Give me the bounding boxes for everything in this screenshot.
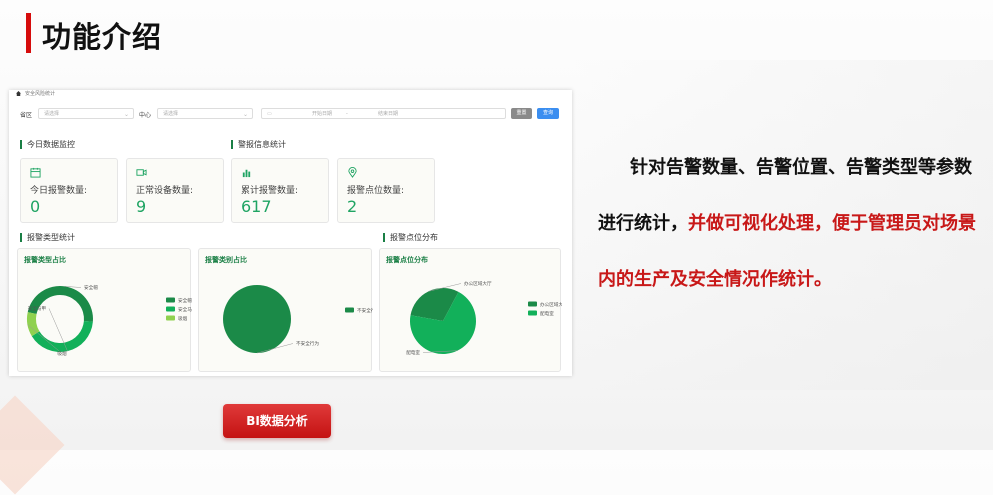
title-accent-bar — [26, 13, 31, 53]
filter-row: 省区 请选择 ⌄ 中心 请选择 ⌄ ▭ 开始日期 - 结束日期 重置 查询 — [9, 108, 572, 122]
calendar-icon — [30, 167, 41, 178]
legend-label: 办公区域大厅 — [540, 301, 562, 308]
calendar-icon: ▭ — [267, 111, 272, 117]
legend-label: 安全帽 — [178, 297, 192, 304]
province-select[interactable]: 请选择 ⌄ — [38, 108, 134, 119]
center-select[interactable]: 请选择 ⌄ — [157, 108, 253, 119]
legend-swatch[interactable] — [528, 310, 537, 316]
card-value: 2 — [347, 197, 358, 216]
legend-label: 不安全行为 — [357, 307, 373, 314]
legend-swatch[interactable] — [166, 315, 175, 321]
pie-slice-1[interactable] — [223, 285, 291, 353]
chevron-down-icon: ⌄ — [242, 111, 248, 118]
home-icon[interactable] — [16, 91, 21, 96]
start-date-input[interactable]: 开始日期 — [312, 109, 332, 120]
card-label: 累计报警数量: — [241, 186, 299, 196]
description-text: 针对告警数量、告警位置、告警类型等参数进行统计，并做可视化处理，便于管理员对场景… — [598, 140, 978, 308]
legend-swatch[interactable] — [166, 297, 175, 303]
section-alarm-point-dist: 报警点位分布 — [383, 233, 438, 242]
pie-slice-3[interactable] — [27, 312, 40, 337]
chart-svg: 办公区域大厅配电室办公区域大厅配电室 — [406, 280, 562, 356]
card-value: 617 — [241, 197, 272, 216]
legend-label: 安全马甲 — [178, 306, 192, 313]
slice-label: 不安全行为 — [296, 340, 319, 347]
location-pin-icon — [348, 167, 357, 178]
section-alarm-type-stats: 报警类型统计 — [20, 233, 75, 242]
province-label: 省区 — [20, 112, 33, 119]
card-total-alarms: 累计报警数量: 617 — [231, 158, 329, 223]
end-date-input[interactable]: 结束日期 — [378, 109, 398, 120]
legend-swatch[interactable] — [166, 306, 175, 312]
date-separator: - — [346, 111, 348, 117]
card-value: 0 — [30, 197, 41, 216]
breadcrumb-text: 安全风险统计 — [25, 91, 56, 97]
date-range-picker[interactable]: ▭ 开始日期 - 结束日期 — [261, 108, 506, 119]
card-value: 9 — [136, 197, 147, 216]
slice-label: 办公区域大厅 — [464, 280, 492, 287]
chart-svg: 不安全行为不安全行为 — [223, 285, 373, 354]
chart-svg: 安全帽安全马甲吸烟 安全帽安全马甲吸烟 — [27, 284, 192, 357]
label-leader-line — [27, 324, 63, 354]
bar-chart-icon — [242, 169, 251, 178]
section-alarm-stats: 警报信息统计 — [231, 140, 286, 149]
center-placeholder: 请选择 — [163, 111, 179, 117]
legend-swatch[interactable] — [345, 307, 354, 313]
card-today-alarms: 今日报警数量: 0 — [20, 158, 118, 223]
slice-label: 安全马甲 — [28, 305, 47, 312]
panel-alarm-point-dist: 报警点位分布 办公区域大厅配电室办公区域大厅配电室 — [379, 248, 562, 372]
card-normal-devices: 正常设备数量: 9 — [126, 158, 224, 223]
pie-slice-1[interactable] — [27, 286, 93, 322]
province-placeholder: 请选择 — [44, 111, 60, 117]
card-label: 正常设备数量: — [136, 186, 194, 196]
slice-label: 配电室 — [406, 349, 420, 356]
legend-label: 配电室 — [540, 310, 554, 317]
slice-label: 安全帽 — [84, 284, 98, 291]
card-alarm-points: 报警点位数量: 2 — [337, 158, 435, 223]
dashboard-screenshot: 安全风险统计 省区 请选择 ⌄ 中心 请选择 ⌄ ▭ 开始日期 - 结束日期 重… — [9, 90, 572, 376]
bi-analysis-button[interactable]: BI数据分析 — [223, 404, 331, 438]
panel-alarm-type-ratio: 报警类型占比 安全帽安全马甲吸烟安全帽安全马甲吸烟 — [17, 248, 192, 372]
pie-slice-2[interactable] — [31, 321, 93, 352]
camera-icon — [136, 169, 147, 176]
section-today-monitor: 今日数据监控 — [20, 140, 75, 149]
page-title: 功能介绍 — [42, 20, 163, 54]
panel-alarm-category-ratio: 报警类别占比 不安全行为不安全行为 — [198, 248, 373, 372]
chevron-down-icon: ⌄ — [123, 111, 129, 118]
card-label: 今日报警数量: — [30, 186, 88, 196]
card-label: 报警点位数量: — [347, 186, 405, 196]
query-button[interactable]: 查询 — [537, 108, 559, 119]
legend-swatch[interactable] — [528, 301, 537, 307]
center-label: 中心 — [139, 112, 152, 119]
corner-decoration — [0, 395, 65, 495]
breadcrumb: 安全风险统计 — [16, 90, 55, 97]
slice-label: 吸烟 — [57, 350, 67, 357]
legend-label: 吸烟 — [178, 315, 188, 322]
reset-button[interactable]: 重置 — [511, 108, 532, 119]
